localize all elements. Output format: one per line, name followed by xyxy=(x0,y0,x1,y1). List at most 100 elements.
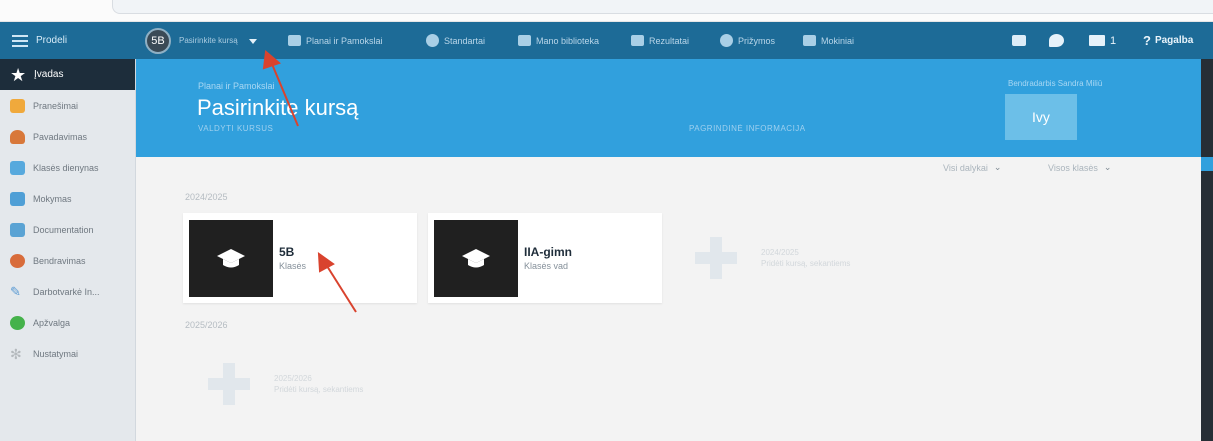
library-icon xyxy=(518,35,531,46)
address-bar[interactable] xyxy=(112,0,1213,14)
basic-info-link[interactable]: PAGRINDINĖ INFORMACIJA xyxy=(689,124,806,133)
gear-icon: ✻ xyxy=(10,345,22,362)
course-type: Klasės xyxy=(279,261,307,271)
class-filter[interactable]: Visos klasės ⌄ xyxy=(1048,162,1111,173)
star-icon: ★ xyxy=(10,64,27,85)
sidebar-item-documentation[interactable]: Documentation xyxy=(0,214,135,245)
chevron-down-icon: ⌄ xyxy=(993,162,1002,172)
course-list: Visi dalykai ⌄ Visos klasės ⌄ 2024/2025 … xyxy=(136,157,1201,441)
class-filter-label: Visos klasės xyxy=(1048,162,1098,173)
teacher-avatar[interactable]: Ivy xyxy=(1005,94,1077,140)
course-thumbnail xyxy=(189,220,273,297)
overview-icon xyxy=(10,315,25,330)
nav-marks-label: Prižymos xyxy=(738,35,776,46)
sidebar-item-label: Darbotvarkė In... xyxy=(33,286,100,297)
hamburger-icon xyxy=(12,34,28,47)
sidebar-item-gradebook[interactable]: Klasės dienynas xyxy=(0,152,135,183)
nav-plans[interactable]: Planai ir Pamokslai xyxy=(288,22,383,59)
year-heading: 2025/2026 xyxy=(185,320,228,330)
teaching-icon xyxy=(10,191,25,206)
sidebar-item-label: Bendravimas xyxy=(33,255,86,266)
nav-students-label: Mokiniai xyxy=(821,35,855,46)
help-button[interactable]: ? Pagalba xyxy=(1143,22,1193,59)
nav-students[interactable]: Mokiniai xyxy=(803,22,854,59)
chat-button[interactable] xyxy=(1049,22,1064,59)
nav-standards-label: Standartai xyxy=(444,35,486,46)
person-icon xyxy=(10,129,25,144)
breadcrumb[interactable]: Planai ir Pamokslai xyxy=(198,81,275,91)
add-course-tile[interactable]: 2025/2026 Pridėti kursą, sekantiems xyxy=(208,363,363,405)
help-label: Pagalba xyxy=(1154,35,1194,46)
notes-icon xyxy=(1012,35,1026,46)
calendar-icon xyxy=(288,35,301,46)
shield-icon xyxy=(426,34,439,47)
add-course-text: Pridėti kursą, sekantiems xyxy=(274,385,364,394)
sidebar-item-label: Klasės dienynas xyxy=(33,162,99,173)
documentation-icon xyxy=(10,222,25,237)
add-course-tile[interactable]: 2024/2025 Pridėti kursą, sekantiems xyxy=(695,237,850,279)
nav-plans-label: Planai ir Pamokslai xyxy=(306,35,383,46)
year-heading: 2024/2025 xyxy=(185,192,228,202)
sidebar-item-label: Pavadavimas xyxy=(33,131,88,142)
sidebar: ★ Įvadas Pranešimai Pavadavimas Klasės d… xyxy=(0,59,136,441)
page-header: Planai ir Pamokslai Pasirinkite kursą VA… xyxy=(136,59,1201,157)
subject-filter[interactable]: Visi dalykai ⌄ xyxy=(943,162,1001,173)
manage-courses-link[interactable]: VALDYTI KURSUS xyxy=(198,124,273,133)
top-navigation-bar: Prodeli 5B Pasirinkite kursą Planai ir P… xyxy=(0,22,1213,59)
caret-down-icon xyxy=(249,38,257,44)
course-name: IIA-gimn xyxy=(524,245,572,259)
sidebar-item-overview[interactable]: Apžvalga xyxy=(0,307,135,338)
nav-results[interactable]: Rezultatai xyxy=(631,22,689,59)
sidebar-item-label: Mokymas xyxy=(33,193,72,204)
course-thumbnail xyxy=(434,220,518,297)
nav-marks[interactable]: Prižymos xyxy=(720,22,775,59)
course-name: 5B xyxy=(279,245,295,259)
notes-button[interactable] xyxy=(1012,22,1026,59)
marks-icon xyxy=(720,34,733,47)
mail-count: 1 xyxy=(1110,34,1117,47)
plus-icon xyxy=(695,237,737,279)
edge-notch xyxy=(1201,157,1213,171)
pencil-icon: ✎ xyxy=(10,283,21,299)
plus-icon xyxy=(208,363,250,405)
nav-library-label: Mano biblioteka xyxy=(536,35,600,46)
right-edge-panel xyxy=(1201,59,1213,441)
graduation-cap-icon xyxy=(462,248,490,267)
menu-toggle[interactable]: Prodeli xyxy=(0,22,136,59)
sidebar-item-settings[interactable]: ✻ Nustatymai xyxy=(0,338,135,369)
sidebar-item-communication[interactable]: Bendravimas xyxy=(0,245,135,276)
course-picker-label: Pasirinkite kursą xyxy=(179,36,238,45)
course-type: Klasės vad xyxy=(524,261,569,271)
sidebar-item-agenda[interactable]: ✎ Darbotvarkė In... xyxy=(0,276,135,307)
course-avatar: 5B xyxy=(145,28,171,54)
page-title: Pasirinkite kursą xyxy=(197,95,359,120)
sidebar-item-label: Documentation xyxy=(33,224,94,235)
sidebar-item-teaching[interactable]: Mokymas xyxy=(0,183,135,214)
teacher-label: Bendradarbis Sandra Miliū xyxy=(1008,79,1103,88)
course-card-iia-gimn[interactable]: IIA-gimn Klasės vad xyxy=(428,213,662,303)
sidebar-item-intro[interactable]: ★ Įvadas xyxy=(0,59,135,90)
sidebar-item-label: Apžvalga xyxy=(33,317,71,328)
graduation-cap-icon xyxy=(217,248,245,267)
nav-library[interactable]: Mano biblioteka xyxy=(518,22,599,59)
subject-filter-label: Visi dalykai xyxy=(943,162,988,173)
bar-chart-icon xyxy=(631,35,644,46)
add-course-year: 2025/2026 xyxy=(274,374,312,383)
envelope-icon xyxy=(10,98,25,113)
nav-standards[interactable]: Standartai xyxy=(426,22,485,59)
gradebook-icon xyxy=(10,160,25,175)
communication-icon xyxy=(10,253,25,268)
sidebar-item-substitution[interactable]: Pavadavimas xyxy=(0,121,135,152)
chat-icon xyxy=(1049,34,1064,47)
messages-button[interactable]: 1 xyxy=(1089,22,1116,59)
mail-icon xyxy=(1089,35,1105,46)
add-course-year: 2024/2025 xyxy=(761,248,799,257)
course-card-5b[interactable]: 5B Klasės xyxy=(183,213,417,303)
menu-label: Prodeli xyxy=(36,35,68,46)
sidebar-item-messages[interactable]: Pranešimai xyxy=(0,90,135,121)
nav-results-label: Rezultatai xyxy=(649,35,690,46)
course-picker[interactable]: 5B Pasirinkite kursą xyxy=(145,28,257,54)
sidebar-item-label: Pranešimai xyxy=(33,100,79,111)
question-icon: ? xyxy=(1143,33,1151,48)
browser-address-strip xyxy=(0,0,1213,22)
